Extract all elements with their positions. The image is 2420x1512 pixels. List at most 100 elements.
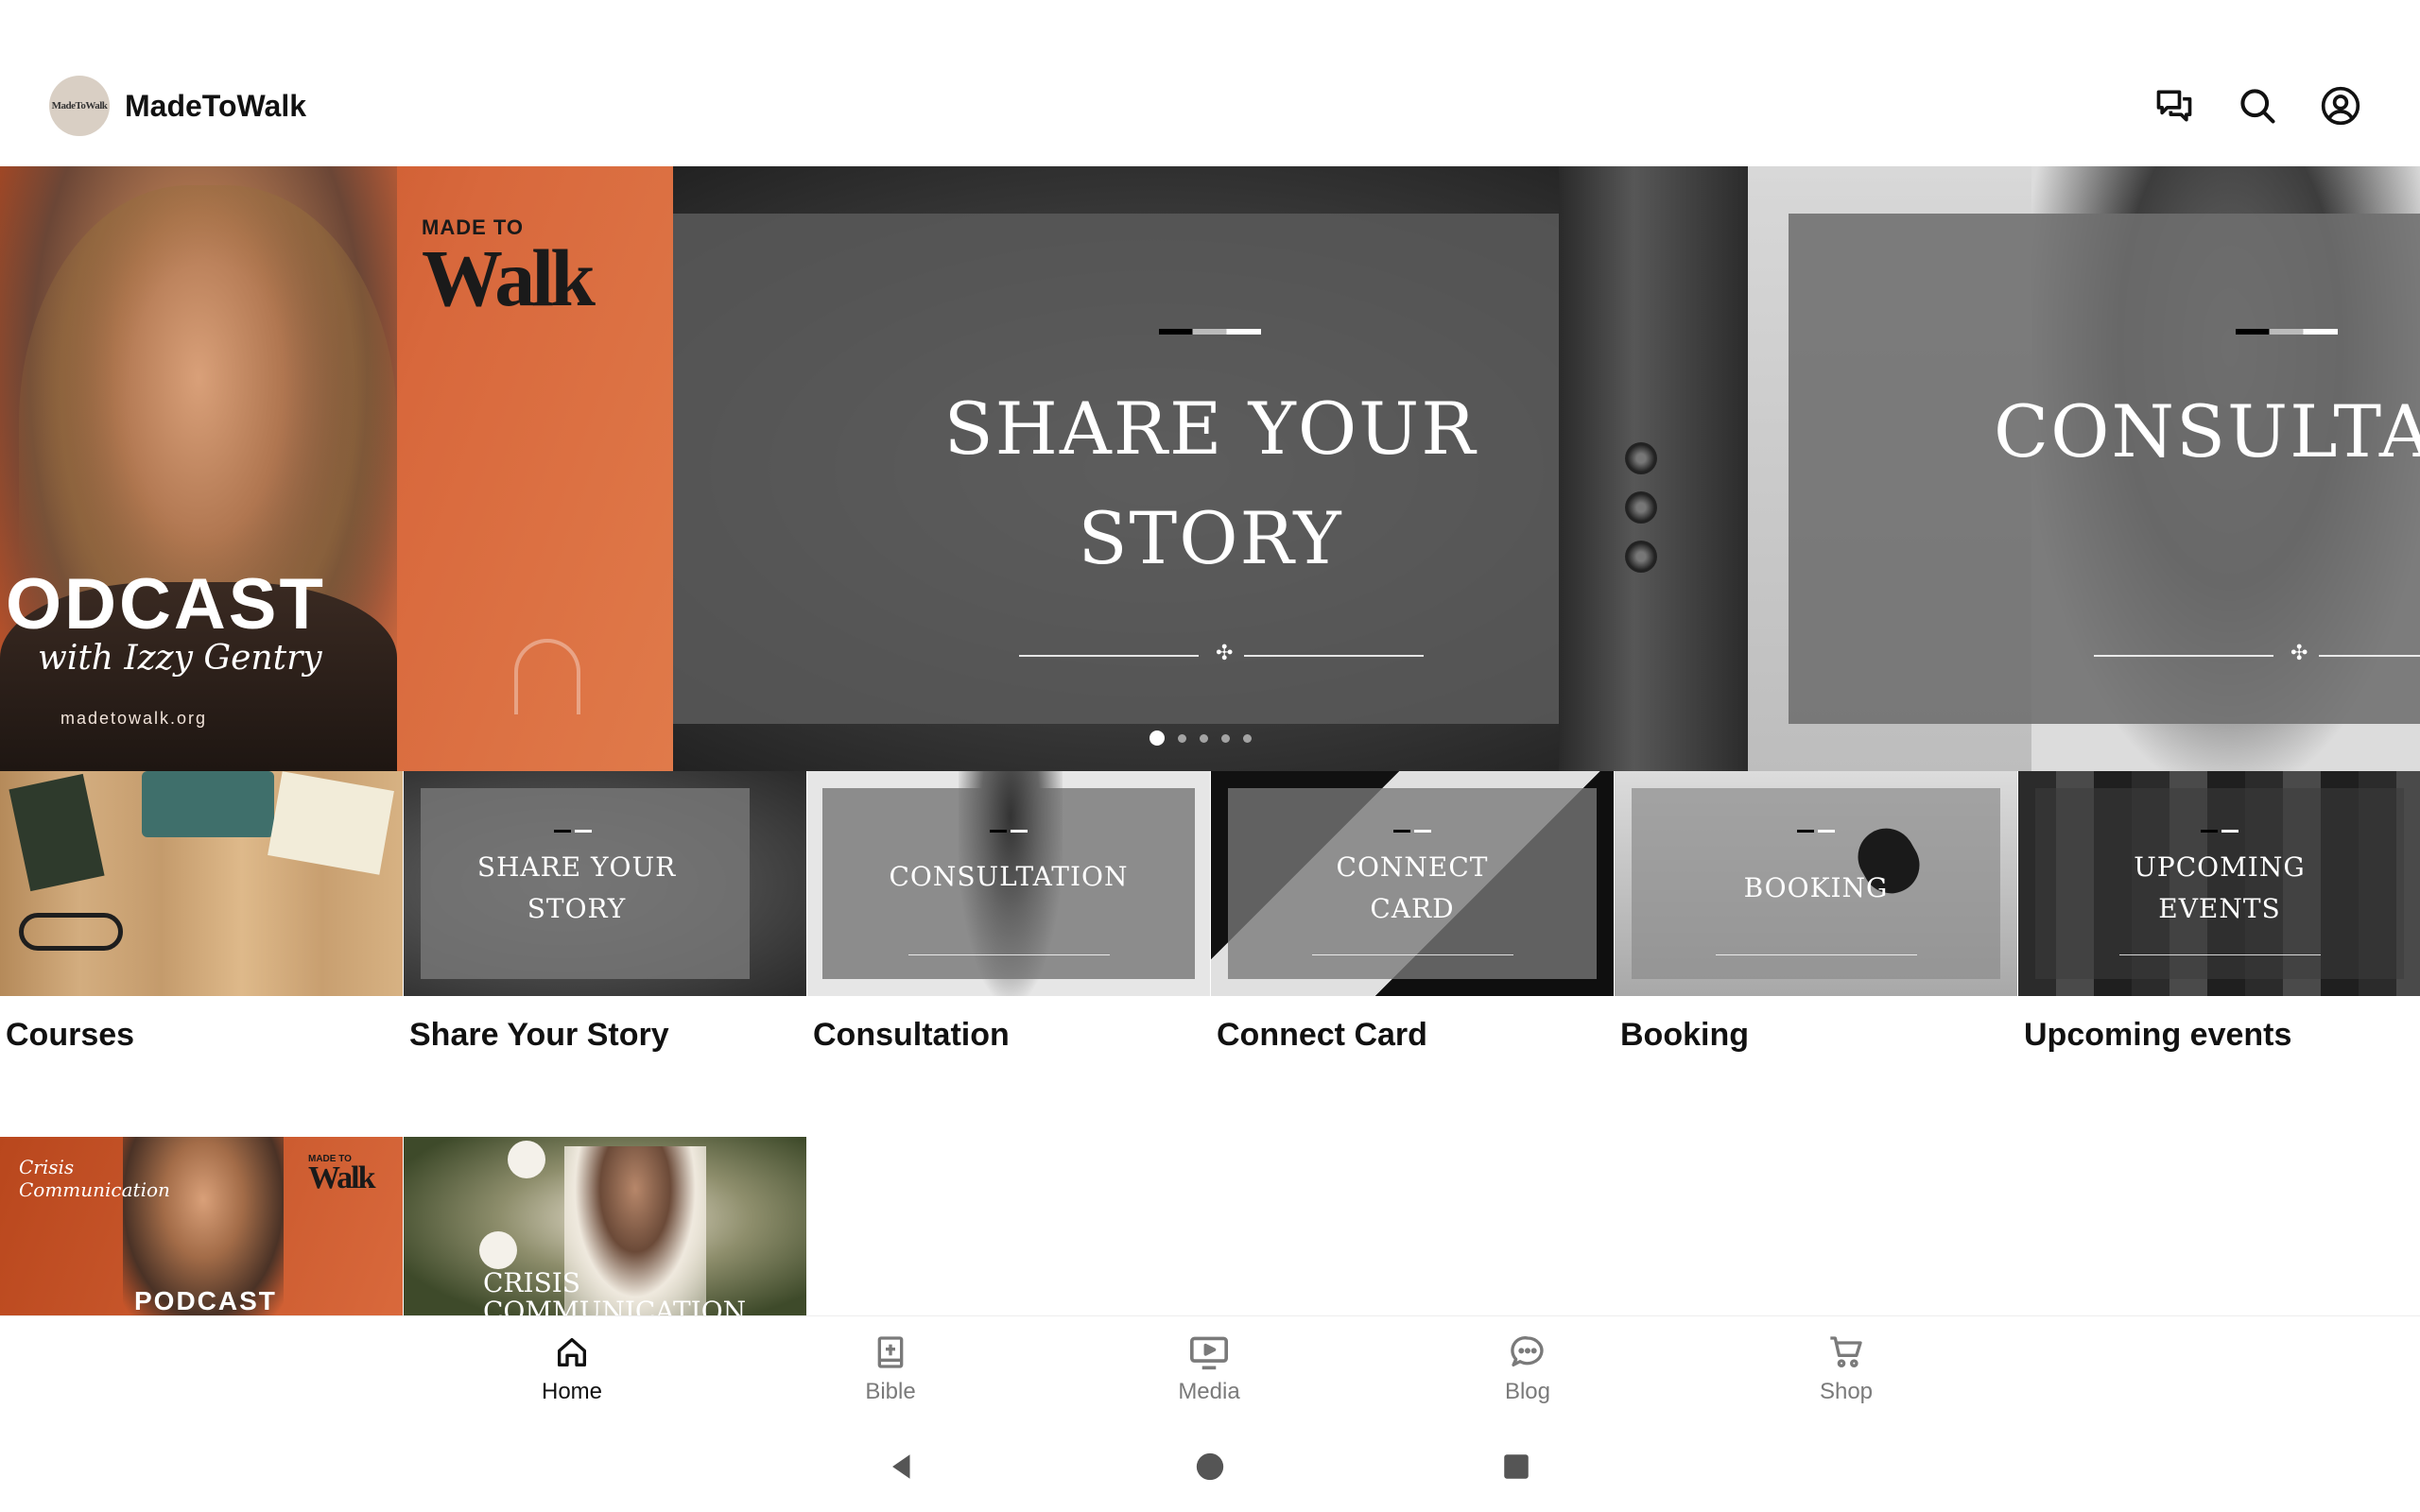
slide-rule-left xyxy=(2094,655,2273,657)
nav-label: Shop xyxy=(1819,1379,1874,1404)
tile-label: Booking xyxy=(1620,1017,1749,1053)
booking-image: BOOKING xyxy=(1615,771,2017,996)
tile-rule xyxy=(1715,954,1917,955)
share-story-image: SHARE YOUR STORY xyxy=(404,771,806,996)
tile-rule xyxy=(908,954,1110,955)
back-icon[interactable] xyxy=(881,1446,923,1487)
tile-share-your-story[interactable]: SHARE YOUR STORY Share Your Story xyxy=(404,771,806,1064)
media-play-icon xyxy=(1188,1332,1230,1373)
nav-label: Media xyxy=(1178,1379,1240,1404)
nav-blog[interactable]: Blog xyxy=(1461,1332,1594,1415)
carousel-dot[interactable] xyxy=(1243,733,1252,743)
slide-dash-ornament xyxy=(2236,329,2338,335)
podcast-title: ODCAST xyxy=(6,564,326,644)
connect-card-image: CONNECT CARD xyxy=(1211,771,1614,996)
vanity-bulb xyxy=(479,1231,517,1269)
home-icon xyxy=(551,1332,593,1373)
podcast-brand-logo: MADE TO Walk xyxy=(308,1154,375,1195)
tile-dash-ornament xyxy=(553,830,592,833)
tile-dash-ornament xyxy=(1797,830,1835,833)
overlay-line1: CONNECT xyxy=(1336,851,1489,883)
hero-carousel[interactable]: MADE TO Walk ODCAST with Izzy Gentry mad… xyxy=(0,166,2420,771)
tile-rule xyxy=(1311,954,1513,955)
ornament-icon: ✣ xyxy=(1216,641,1234,664)
slide-dash-ornament xyxy=(1159,329,1261,335)
tile-overlay-text: UPCOMING EVENTS xyxy=(2018,847,2420,930)
slide-rule-right xyxy=(2319,655,2420,657)
tile-crisis-communication[interactable]: CRISIS COMMUNICATION xyxy=(404,1137,806,1316)
typewriter-shape xyxy=(142,771,274,837)
tile-booking[interactable]: BOOKING Booking xyxy=(1615,771,2017,1064)
tile-overlay-text: CONNECT CARD xyxy=(1211,847,1614,930)
consultation-image: CONSULTATION xyxy=(807,771,1210,996)
crisis-line2: COMMUNICATION xyxy=(483,1296,747,1317)
share-title-line1: SHARE YOUR xyxy=(943,387,1478,471)
nav-bible[interactable]: Bible xyxy=(824,1332,957,1415)
account-circle-icon[interactable] xyxy=(2316,81,2365,130)
vanity-bulb xyxy=(508,1141,545,1178)
overlay-line2: STORY xyxy=(527,893,627,924)
carousel-indicators xyxy=(1150,730,1252,746)
nav-label: Home xyxy=(541,1379,603,1404)
tile-upcoming-events[interactable]: UPCOMING EVENTS Upcoming events xyxy=(2018,771,2420,1064)
slide-rule-right xyxy=(1244,655,1424,657)
tile-dash-ornament xyxy=(2201,830,2238,833)
hero-slide-share-your-story[interactable]: SHARE YOUR STORY ✣ xyxy=(673,166,1748,771)
tile-label: Upcoming events xyxy=(2024,1017,2292,1053)
tile-dash-ornament xyxy=(1393,830,1431,833)
overlay-line1: CONSULTATION xyxy=(889,861,1129,892)
tile-connect-card[interactable]: CONNECT CARD Connect Card xyxy=(1211,771,1614,1064)
nav-media[interactable]: Media xyxy=(1143,1332,1275,1415)
overlay-line1: UPCOMING xyxy=(2134,851,2306,883)
nav-label: Blog xyxy=(1504,1379,1551,1404)
tile-consultation[interactable]: CONSULTATION Consultation xyxy=(807,771,1210,1064)
carousel-dot[interactable] xyxy=(1221,733,1230,743)
app-title: MadeToWalk xyxy=(125,89,307,123)
crisis-title: CRISIS COMMUNICATION xyxy=(483,1267,747,1317)
tile-label: Consultation xyxy=(813,1017,1010,1053)
tile-overlay-text: CONSULTATION xyxy=(807,856,1210,898)
overlay-line2: EVENTS xyxy=(2158,893,2281,924)
hero-slide-consultation[interactable]: CONSULTAT ✣ xyxy=(1748,166,2420,771)
tile-overlay-text: SHARE YOUR STORY xyxy=(404,847,750,930)
tile-overlay-text: BOOKING xyxy=(1615,868,2017,909)
podcast-script: Crisis Communication xyxy=(19,1156,170,1201)
events-image: UPCOMING EVENTS xyxy=(2018,771,2420,996)
chat-bubbles-icon[interactable] xyxy=(2150,81,2199,130)
system-navigation-bar xyxy=(0,1421,2420,1512)
share-story-title: SHARE YOUR STORY xyxy=(673,374,1748,593)
search-icon[interactable] xyxy=(2233,81,2282,130)
app-logo-text: MadeToWalk xyxy=(51,100,108,112)
tile-label: Courses xyxy=(6,1017,135,1053)
book-shape xyxy=(9,773,105,892)
bottom-navigation: Home Bible Media Blog Shop xyxy=(0,1315,2420,1421)
hero-slide-podcast[interactable]: MADE TO Walk ODCAST with Izzy Gentry mad… xyxy=(0,166,673,771)
notebook-shape xyxy=(268,771,394,875)
overlay-line1: BOOKING xyxy=(1743,872,1889,903)
tile-dash-ornament xyxy=(990,830,1028,833)
nav-home[interactable]: Home xyxy=(506,1332,638,1415)
consultation-title: CONSULTAT xyxy=(1994,389,2420,473)
podcast-word: PODCAST xyxy=(134,1286,277,1315)
carousel-dot[interactable] xyxy=(1150,730,1165,746)
overlay-line1: SHARE YOUR xyxy=(476,851,677,883)
podcast-url: madetowalk.org xyxy=(60,709,208,728)
podcast-signature: with Izzy Gentry xyxy=(38,639,322,678)
brand-bottom: Walk xyxy=(422,232,596,323)
app-logo[interactable]: MadeToWalk xyxy=(49,76,110,136)
home-button-icon[interactable] xyxy=(1189,1446,1231,1487)
category-tiles: Courses SHARE YOUR STORY Share Your Stor… xyxy=(0,771,2420,1064)
crisis-line1: CRISIS xyxy=(483,1267,580,1298)
bible-icon xyxy=(870,1332,911,1373)
tile-podcast-crisis[interactable]: Crisis Communication MADE TO Walk PODCAS… xyxy=(0,1137,403,1316)
recents-icon[interactable] xyxy=(1495,1446,1537,1487)
nav-label: Bible xyxy=(865,1379,916,1404)
carousel-dot[interactable] xyxy=(1200,733,1208,743)
tile-label: Connect Card xyxy=(1217,1017,1427,1053)
carousel-dot[interactable] xyxy=(1178,733,1186,743)
nav-shop[interactable]: Shop xyxy=(1780,1332,1912,1415)
share-title-line2: STORY xyxy=(1078,496,1343,580)
brand-bottom: Walk xyxy=(308,1160,375,1195)
tile-courses[interactable]: Courses xyxy=(0,771,403,1064)
ornament-icon: ✣ xyxy=(2290,641,2308,664)
